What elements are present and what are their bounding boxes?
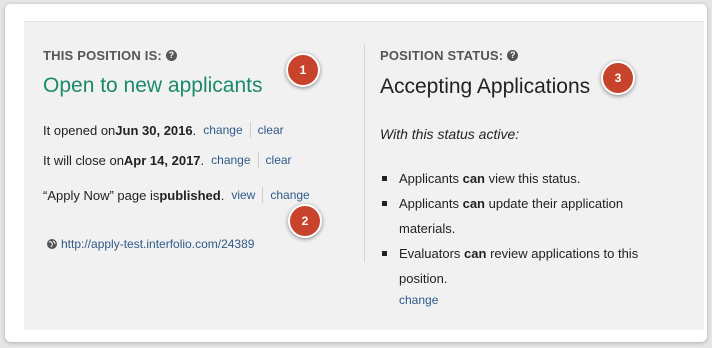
question-circle-icon[interactable]: ? xyxy=(507,50,519,61)
position-status-heading: POSITION STATUS: ? xyxy=(380,48,519,63)
status-change-link[interactable]: change xyxy=(399,293,438,307)
globe-icon xyxy=(47,239,57,249)
list-item: Evaluators can review applications to th… xyxy=(380,241,680,291)
closes-clear-link[interactable]: clear xyxy=(266,153,292,167)
opened-date: Jun 30, 2016 xyxy=(115,122,193,138)
screenshot-frame: THIS POSITION IS: ? Open to new applican… xyxy=(5,4,707,342)
link-separator xyxy=(249,122,251,138)
item-text: Applicants xyxy=(399,171,463,186)
opened-prefix: It opened on xyxy=(43,122,116,138)
opened-clear-link[interactable]: clear xyxy=(258,123,284,137)
closes-prefix: It will close on xyxy=(43,152,124,168)
item-emphasis: can xyxy=(462,196,485,211)
closes-suffix: . xyxy=(200,152,205,168)
item-text: view this status. xyxy=(485,171,581,186)
item-emphasis: can xyxy=(462,171,485,186)
closes-date: Apr 14, 2017 xyxy=(123,152,201,168)
status-subheading: With this status active: xyxy=(380,126,520,142)
permissions-list: Applicants can view this status. Applica… xyxy=(380,166,680,291)
position-status-panel: THIS POSITION IS: ? Open to new applican… xyxy=(24,21,704,330)
apply-page-view-link[interactable]: view xyxy=(231,188,255,202)
opened-line: It opened on Jun 30, 2016 . change clear xyxy=(43,122,284,138)
callout-badge-2: 2 xyxy=(288,204,322,238)
position-heading-label: THIS POSITION IS: xyxy=(43,48,162,63)
item-text: Applicants xyxy=(399,196,463,211)
position-open-status: Open to new applicants xyxy=(43,74,263,97)
apply-page-suffix: . xyxy=(220,187,225,203)
apply-page-prefix: “Apply Now” page is xyxy=(43,187,160,203)
apply-url-link[interactable]: http://apply-test.interfolio.com/24389 xyxy=(47,237,254,251)
apply-page-state: published xyxy=(159,187,221,203)
item-text: Evaluators xyxy=(399,246,465,261)
callout-badge-1: 1 xyxy=(286,53,320,87)
link-separator xyxy=(257,152,259,168)
position-heading: THIS POSITION IS: ? xyxy=(43,48,177,63)
opened-change-link[interactable]: change xyxy=(203,123,242,137)
column-divider xyxy=(364,44,365,262)
question-circle-icon[interactable]: ? xyxy=(165,50,177,61)
closes-line: It will close on Apr 14, 2017 . change c… xyxy=(43,152,292,168)
closes-change-link[interactable]: change xyxy=(211,153,250,167)
item-emphasis: can xyxy=(464,246,487,261)
link-separator xyxy=(262,187,264,203)
callout-badge-3: 3 xyxy=(601,61,635,95)
apply-page-line: “Apply Now” page is published . view cha… xyxy=(43,187,310,203)
position-status-value: Accepting Applications xyxy=(380,75,591,98)
list-item: Applicants can update their application … xyxy=(380,191,680,241)
position-status-heading-label: POSITION STATUS: xyxy=(380,48,504,63)
list-item: Applicants can view this status. xyxy=(380,166,680,191)
apply-url-text[interactable]: http://apply-test.interfolio.com/24389 xyxy=(61,237,254,251)
opened-suffix: . xyxy=(192,122,197,138)
apply-page-change-link[interactable]: change xyxy=(270,188,309,202)
